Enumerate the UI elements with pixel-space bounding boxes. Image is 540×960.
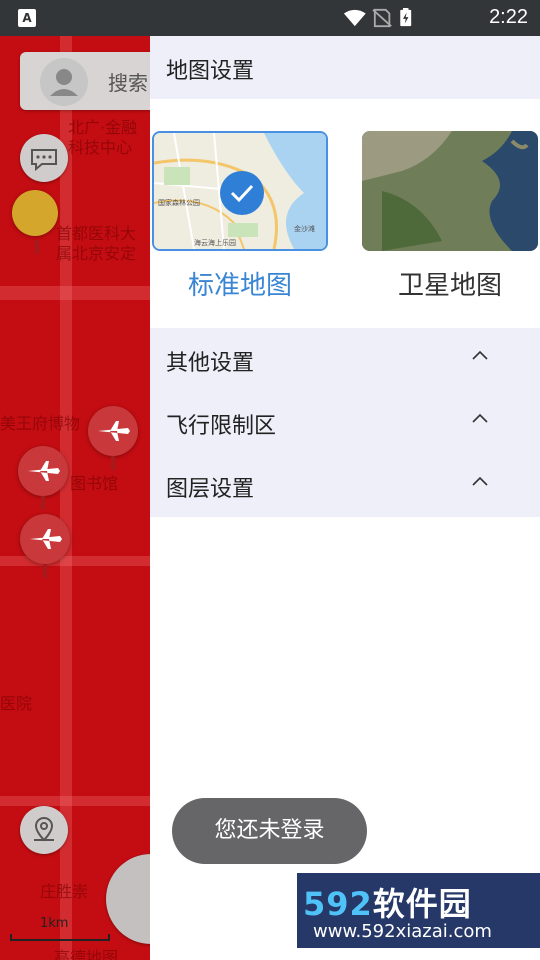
thumb-label: 金沙滩: [294, 224, 315, 233]
satellite-map-preview: [362, 131, 538, 251]
map-label: 庄胜崇: [40, 882, 89, 901]
scale-label: 1km: [40, 916, 69, 931]
thumb-label: 国家森林公园: [158, 198, 200, 207]
toast-message: 您还未登录: [172, 798, 367, 864]
thumb-label: 海云海上乐园: [194, 238, 236, 247]
map-pin-icon: [34, 816, 54, 842]
standard-map-label[interactable]: 标准地图: [152, 265, 328, 302]
search-placeholder: 搜索: [108, 71, 148, 95]
map-road: [0, 286, 150, 300]
layer-settings-row[interactable]: 图层设置: [150, 454, 540, 517]
system-status-icons: [343, 8, 412, 28]
watermark-digits: 592: [303, 885, 373, 923]
location-marker-icon[interactable]: [12, 190, 58, 254]
no-fly-zone-label: 飞行限制区: [166, 414, 277, 439]
plane-icon: [28, 461, 60, 481]
map-label: 美王府博物: [0, 414, 81, 433]
wifi-icon: [343, 9, 366, 27]
map-label: 图书馆: [70, 474, 119, 493]
other-settings-row[interactable]: 其他设置: [150, 328, 540, 391]
map-type-selector: 国家森林公园 海云海上乐园 金沙滩 标准地图 卫星地图: [150, 99, 540, 328]
settings-list: 其他设置 飞行限制区 图层设置: [150, 328, 540, 517]
watermark-url: www.592xiazai.com: [313, 921, 492, 942]
watermark-logo: 592软件园 www.592xiazai.com: [297, 873, 540, 948]
standard-map-thumbnail[interactable]: 国家森林公园 海云海上乐园 金沙滩: [152, 131, 328, 251]
drawer-header: 地图设置: [150, 36, 540, 99]
airport-marker-icon[interactable]: [18, 446, 68, 510]
battery-charging-icon: [400, 8, 412, 27]
status-bar: A 2:22: [0, 0, 540, 36]
map-logo-label: 高德地图: [54, 948, 119, 960]
airport-marker-icon[interactable]: [88, 406, 138, 470]
watermark-cn: 软件园: [372, 885, 472, 923]
satellite-map-thumbnail[interactable]: [362, 131, 538, 251]
map-label: 属北京安定: [56, 244, 137, 263]
drawer-title: 地图设置: [166, 59, 255, 84]
airport-marker-icon[interactable]: [20, 514, 70, 578]
selected-check-icon: [220, 171, 264, 215]
chat-bubble-icon: [31, 149, 57, 172]
no-fly-zone-row[interactable]: 飞行限制区: [150, 391, 540, 454]
plane-icon: [30, 529, 62, 549]
locate-button[interactable]: [20, 806, 68, 854]
map-road: [0, 796, 150, 806]
scale-bar: [10, 934, 110, 941]
satellite-map-label[interactable]: 卫星地图: [362, 265, 538, 302]
chevron-up-icon: [472, 350, 488, 360]
map-label: 科技中心: [68, 138, 133, 157]
no-sim-icon: [372, 8, 392, 28]
layer-settings-label: 图层设置: [166, 477, 255, 502]
watermark-brand: 592软件园: [303, 879, 472, 925]
app-notification-icon: A: [18, 9, 36, 27]
chevron-up-icon: [472, 476, 488, 486]
avatar[interactable]: [40, 58, 88, 106]
user-icon: [50, 69, 78, 96]
clock: 2:22: [489, 6, 528, 28]
chevron-up-icon: [472, 413, 488, 423]
message-button[interactable]: [20, 134, 68, 182]
map-label: 医院: [0, 694, 33, 713]
plane-icon: [98, 421, 130, 441]
other-settings-label: 其他设置: [166, 351, 255, 376]
